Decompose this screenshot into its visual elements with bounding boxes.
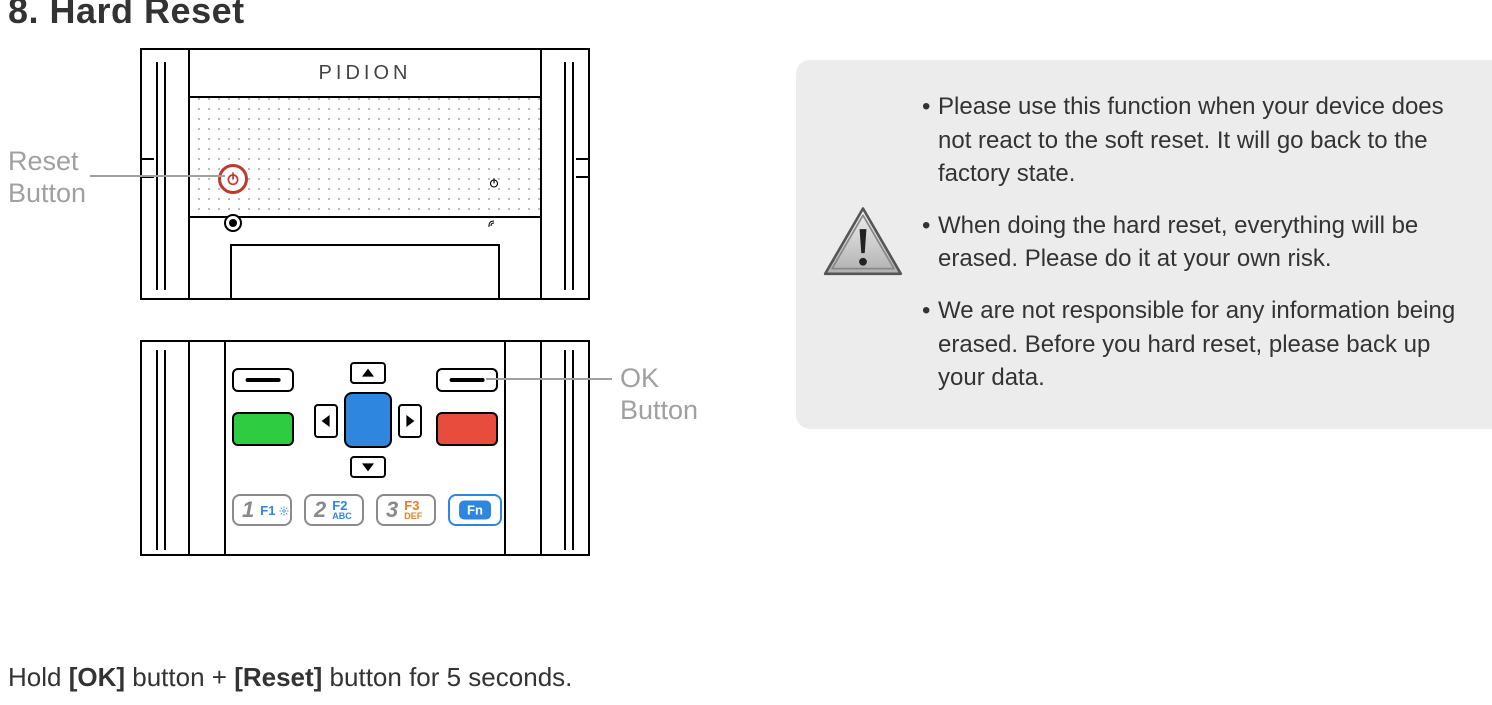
fn-key-label: Fn bbox=[459, 501, 491, 520]
numkey-fn-label: F2 ABC bbox=[332, 499, 352, 521]
warning-text: Please use this function when your devic… bbox=[938, 90, 1470, 191]
device-speaker-grill bbox=[190, 98, 540, 218]
numkey-digit: 2 bbox=[314, 497, 326, 523]
reset-button bbox=[224, 214, 242, 232]
device-top-illustration: PIDION bbox=[140, 48, 590, 300]
dpad-right bbox=[398, 404, 422, 438]
warning-text: When doing the hard reset, everything wi… bbox=[938, 209, 1470, 276]
device-top-center: PIDION bbox=[188, 50, 542, 298]
mini-signal-icon bbox=[486, 216, 500, 228]
warning-text: We are not responsible for any informati… bbox=[938, 294, 1470, 395]
numkey-digit: 1 bbox=[242, 497, 254, 523]
callout-text: Reset bbox=[8, 146, 79, 176]
numkey-3: 3 F3 DEF bbox=[376, 494, 436, 526]
device-screen-area bbox=[230, 244, 500, 298]
numkey-1: 1 F1 bbox=[232, 494, 292, 526]
dpad-down bbox=[350, 456, 386, 478]
end-button bbox=[436, 412, 498, 446]
warning-icon bbox=[820, 203, 906, 281]
dpad-left bbox=[314, 404, 338, 438]
dpad-center bbox=[344, 392, 392, 448]
keypad-inner: 1 F1 2 F2 bbox=[224, 342, 506, 554]
fn-key: Fn bbox=[448, 494, 502, 526]
callout-text: Button bbox=[620, 395, 698, 425]
power-icon bbox=[225, 171, 241, 187]
call-button bbox=[232, 412, 294, 446]
callout-text: OK bbox=[620, 363, 659, 393]
power-button bbox=[218, 164, 248, 194]
softkey-left bbox=[232, 368, 294, 392]
device-bot-center: 1 F1 2 F2 bbox=[188, 342, 542, 554]
reset-button-callout: Reset Button bbox=[8, 145, 86, 210]
bullet-dot: • bbox=[922, 90, 938, 191]
warning-bullet: • Please use this function when your dev… bbox=[922, 90, 1470, 191]
numkey-digit: 3 bbox=[386, 497, 398, 523]
mini-power-icon bbox=[488, 176, 500, 188]
dpad-up bbox=[350, 362, 386, 384]
instruction-text: Hold [OK] button + [Reset] button for 5 … bbox=[8, 662, 572, 693]
callout-text: Button bbox=[8, 178, 86, 208]
sun-icon bbox=[279, 506, 289, 516]
numkey-2: 2 F2 ABC bbox=[304, 494, 364, 526]
softkey-right-ok bbox=[436, 368, 498, 392]
numkey-fn-label: F1 bbox=[260, 504, 289, 517]
device-keypad-illustration: 1 F1 2 F2 bbox=[140, 340, 590, 556]
device-brand-label: PIDION bbox=[190, 50, 540, 98]
numkey-fn-label: F3 DEF bbox=[404, 499, 422, 521]
warning-bullet: • When doing the hard reset, everything … bbox=[922, 209, 1470, 276]
warning-bullet: • We are not responsible for any informa… bbox=[922, 294, 1470, 395]
warning-list: • Please use this function when your dev… bbox=[922, 90, 1470, 395]
bullet-dot: • bbox=[922, 294, 938, 395]
callout-line bbox=[90, 175, 225, 177]
page-title: 8. Hard Reset bbox=[8, 0, 245, 32]
callout-line bbox=[486, 378, 612, 380]
warning-panel: • Please use this function when your dev… bbox=[796, 60, 1492, 429]
ok-button-callout: OK Button bbox=[620, 362, 698, 427]
device-notch-right bbox=[576, 158, 590, 178]
bullet-dot: • bbox=[922, 209, 938, 276]
